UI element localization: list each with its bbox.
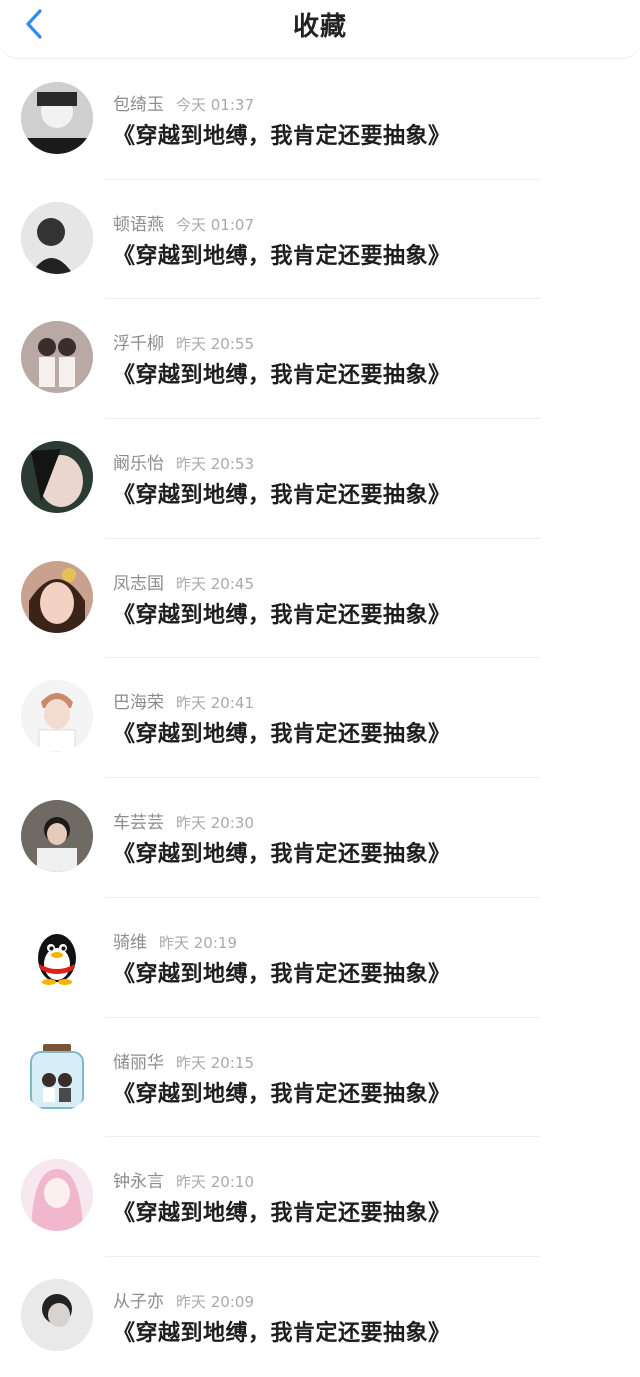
timestamp: 今天 01:37 xyxy=(176,96,254,114)
penguin-icon xyxy=(38,933,76,985)
timestamp: 昨天 20:55 xyxy=(176,335,254,354)
sender-name: 骑维 xyxy=(113,932,147,953)
bottle-icon xyxy=(30,1043,84,1109)
timestamp: 昨天 20:41 xyxy=(176,694,254,713)
favorite-text: 《穿越到地缚，我肯定还要抽象》 xyxy=(113,602,451,628)
sender-name: 凤志国 xyxy=(113,573,164,594)
favorite-text: 《穿越到地缚，我肯定还要抽象》 xyxy=(113,363,451,389)
sender-name: 储丽华 xyxy=(113,1052,164,1073)
list-item[interactable]: 顿语燕 今天 01:07 《穿越到地缚，我肯定还要抽象》 xyxy=(0,180,640,300)
timestamp: 昨天 20:10 xyxy=(176,1173,254,1192)
avatar-photo-icon xyxy=(21,800,93,873)
sender-name: 包绮玉 xyxy=(113,95,164,115)
list-item[interactable]: 储丽华 昨天 20:15 《穿越到地缚，我肯定还要抽象》 xyxy=(0,1018,640,1138)
timestamp: 今天 01:07 xyxy=(176,215,254,234)
list-item[interactable]: 凤志国 昨天 20:45 《穿越到地缚，我肯定还要抽象》 xyxy=(0,539,640,659)
avatar-photo-icon xyxy=(21,680,93,753)
favorite-text: 《穿越到地缚，我肯定还要抽象》 xyxy=(113,1320,451,1346)
avatar-photo-icon xyxy=(21,1278,93,1351)
list-item[interactable]: 巴海荣 昨天 20:41 《穿越到地缚，我肯定还要抽象》 xyxy=(0,658,640,779)
favorite-text: 《穿越到地缚，我肯定还要抽象》 xyxy=(113,842,451,868)
avatar xyxy=(21,1278,93,1351)
avatar xyxy=(21,560,93,633)
avatar-photo-icon xyxy=(21,560,93,633)
list-item[interactable]: 从子亦 昨天 20:09 《穿越到地缚，我肯定还要抽象》 xyxy=(0,1257,640,1377)
sender-name: 钟永言 xyxy=(113,1172,164,1193)
timestamp: 昨天 20:53 xyxy=(176,455,254,474)
sender-name: 浮千柳 xyxy=(113,334,164,355)
top-bar: 收藏 xyxy=(0,0,640,59)
favorite-text: 《穿越到地缚，我肯定还要抽象》 xyxy=(113,722,451,748)
avatar xyxy=(21,1039,93,1112)
favorites-list: 包绮玉 今天 01:37 《穿越到地缚，我肯定还要抽象》 顿语燕 今天 01:07 … xyxy=(0,60,640,1377)
list-item[interactable]: 阚乐怡 昨天 20:53 《穿越到地缚，我肯定还要抽象》 xyxy=(0,419,640,539)
timestamp: 昨天 20:09 xyxy=(176,1292,254,1311)
avatar xyxy=(21,680,93,753)
avatar xyxy=(21,201,93,274)
list-item[interactable]: 钟永言 昨天 20:10 《穿越到地缚，我肯定还要抽象》 xyxy=(0,1137,640,1257)
sender-name: 阚乐怡 xyxy=(113,454,164,475)
avatar-photo-icon xyxy=(21,1159,93,1232)
avatar xyxy=(21,800,93,873)
avatar-photo-icon xyxy=(21,321,93,394)
favorite-text: 《穿越到地缚，我肯定还要抽象》 xyxy=(113,483,451,509)
sender-name: 巴海荣 xyxy=(113,693,164,714)
favorite-text: 《穿越到地缚，我肯定还要抽象》 xyxy=(113,243,451,269)
sender-name: 车芸芸 xyxy=(113,813,164,834)
list-item[interactable]: 包绮玉 今天 01:37 《穿越到地缚，我肯定还要抽象》 xyxy=(0,60,640,180)
avatar-photo-icon xyxy=(21,82,93,154)
page-title: 收藏 xyxy=(292,12,347,42)
avatar xyxy=(21,441,93,514)
sender-name: 从子亦 xyxy=(113,1291,164,1312)
timestamp: 昨天 20:45 xyxy=(176,574,254,593)
avatar xyxy=(21,82,93,154)
avatar-photo-icon xyxy=(21,441,93,514)
list-item[interactable]: 浮千柳 昨天 20:55 《穿越到地缚，我肯定还要抽象》 xyxy=(0,299,640,420)
sender-name: 顿语燕 xyxy=(113,214,164,235)
favorite-text: 《穿越到地缚，我肯定还要抽象》 xyxy=(113,961,451,987)
avatar-photo-icon xyxy=(21,201,93,274)
avatar xyxy=(21,321,93,394)
avatar xyxy=(21,1159,93,1232)
favorite-text: 《穿越到地缚，我肯定还要抽象》 xyxy=(113,1081,451,1107)
list-item[interactable]: 骑维 昨天 20:19 《穿越到地缚，我肯定还要抽象》 xyxy=(0,898,640,1018)
timestamp: 昨天 20:19 xyxy=(159,933,237,952)
avatar xyxy=(21,919,93,992)
favorite-text: 《穿越到地缚，我肯定还要抽象》 xyxy=(113,1201,451,1227)
list-item[interactable]: 车芸芸 昨天 20:30 《穿越到地缚，我肯定还要抽象》 xyxy=(0,778,640,898)
favorite-text: 《穿越到地缚，我肯定还要抽象》 xyxy=(113,124,451,149)
timestamp: 昨天 20:15 xyxy=(176,1053,254,1072)
timestamp: 昨天 20:30 xyxy=(176,814,254,833)
